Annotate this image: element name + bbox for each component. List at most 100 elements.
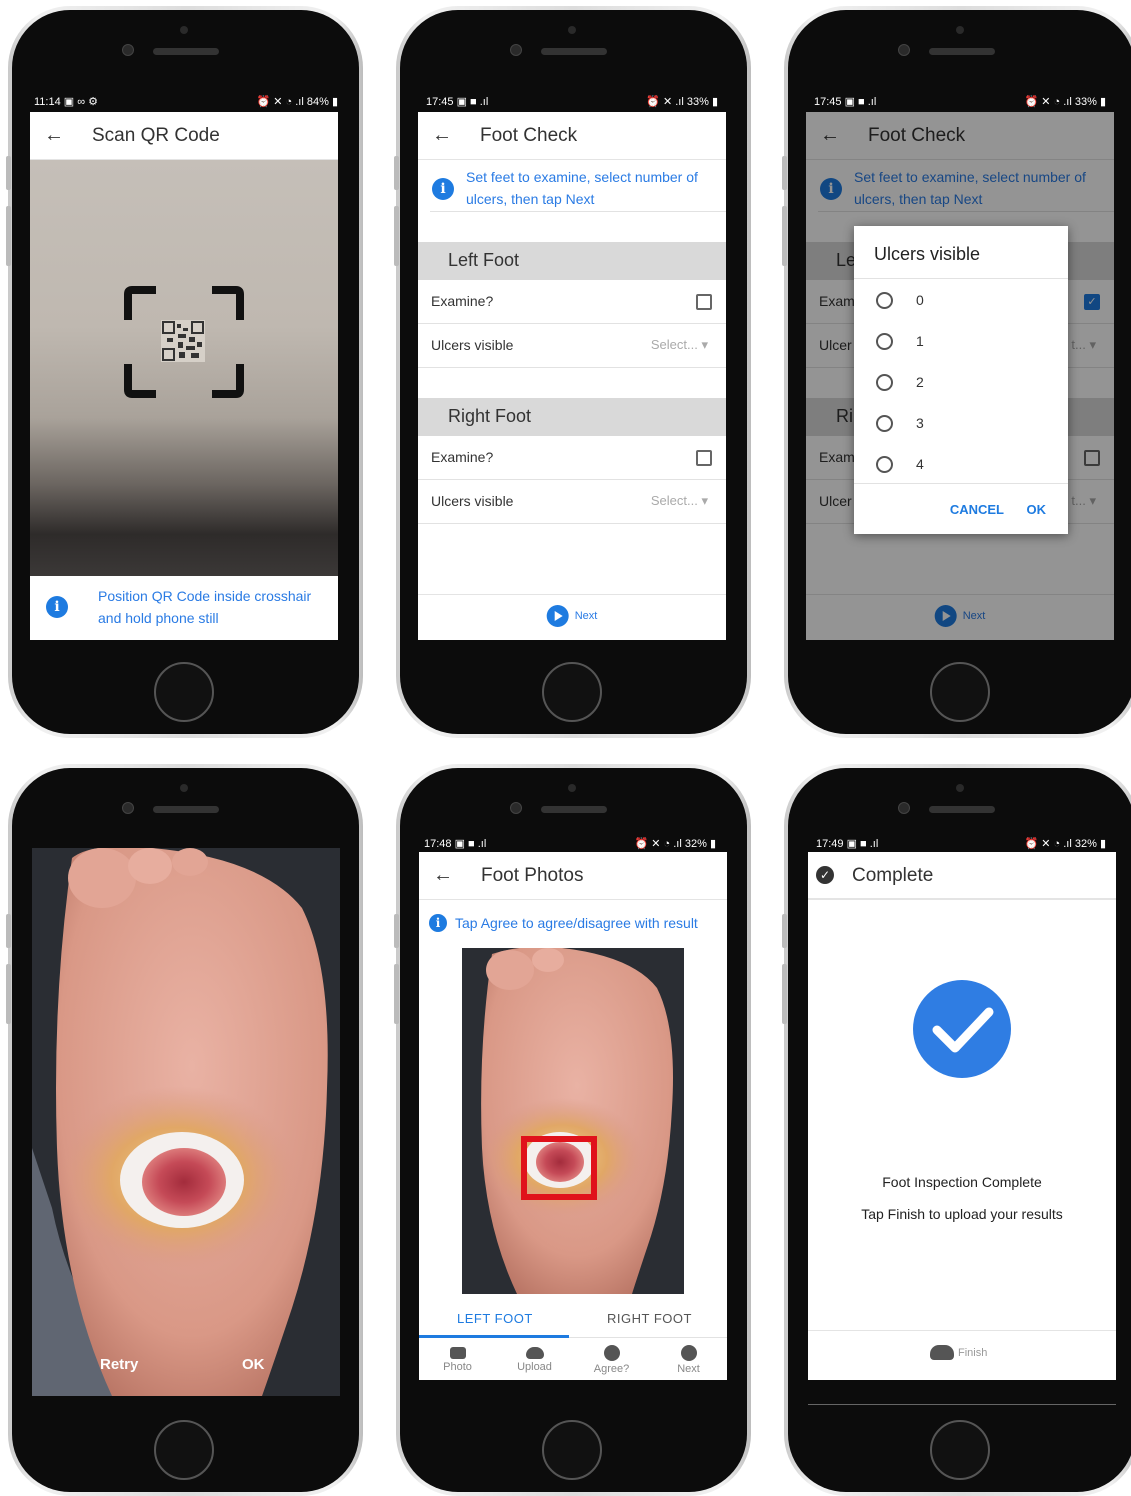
page-title: Complete [852,865,934,886]
agree-hint: Tap Agree to agree/disagree with result [455,915,698,931]
dropdown-arrow-icon: ▾ [701,337,708,352]
hint-bar: i Tap Agree to agree/disagree with resul… [419,912,727,938]
select-placeholder: Select... [650,493,698,508]
next-label: Next [677,1363,700,1375]
phone-camera [898,802,910,814]
home-button[interactable] [542,1420,602,1480]
radio-button[interactable] [876,374,893,391]
examine-label: Examine? [431,449,494,465]
tab-right-foot[interactable]: RIGHT FOOT [569,1298,727,1338]
right-ulcers-select[interactable]: Select... ▾ [651,493,708,509]
screen: Retry OK [32,848,340,1396]
left-foot-heading: Left Foot [448,250,520,270]
status-left-icons: ▣ ■ .ıl [844,96,877,108]
info-icon: i [429,914,447,932]
next-button[interactable]: Next [659,1345,719,1375]
radio-button[interactable] [876,292,893,309]
back-arrow-icon[interactable]: ← [433,864,453,887]
volume-button [782,914,787,948]
radio-option-0[interactable]: 0 [854,280,1068,321]
select-placeholder: Select... [650,337,698,352]
foot-ulcer-thumbnail[interactable] [462,948,684,1294]
qr-code-icon [161,320,205,362]
left-ulcers-select[interactable]: Select... ▾ [651,337,708,353]
phone-camera [122,802,134,814]
screen: ← Foot Check i Set feet to examine, sele… [418,112,726,640]
radio-button[interactable] [876,456,893,473]
phone-camera [122,44,134,56]
camera-icon [449,1347,466,1359]
home-button[interactable] [154,1420,214,1480]
retry-button[interactable]: Retry [100,1356,138,1373]
home-button[interactable] [930,662,990,722]
radio-label: 1 [916,333,924,349]
info-icon: i [46,596,68,618]
foot-ulcer-photo [32,848,340,1396]
phone-speaker [153,48,219,55]
finish-label: Finish [958,1346,988,1359]
radio-option-2[interactable]: 2 [854,362,1068,403]
ulcers-visible-label: Ulcers visible [431,493,514,509]
next-label: Next [574,610,598,622]
left-examine-row[interactable]: Examine? [418,280,726,324]
radio-option-1[interactable]: 1 [854,321,1068,362]
radio-button[interactable] [876,415,893,432]
home-button[interactable] [154,662,214,722]
photo-button[interactable]: Photo [428,1347,488,1373]
volume-button [6,914,11,948]
phone-frame-photo-preview: Retry OK [6,764,363,1496]
screen: ← Scan QR Code i Position QR Code inside… [30,112,338,640]
radio-button[interactable] [876,333,893,350]
app-bar: ← Scan QR Code [30,112,338,160]
hint-bar: i Set feet to examine, select number of … [430,164,726,212]
divider [854,483,1068,484]
check-circle-icon: ✓ [816,866,834,884]
back-arrow-icon[interactable]: ← [44,124,64,147]
radio-option-4[interactable]: 4 [854,444,1068,485]
agree-button[interactable]: Agree? [582,1345,642,1375]
app-bar: ← Foot Check [418,112,726,160]
volume-button [394,914,399,948]
volume-button [6,206,11,266]
phone-sensor [956,26,964,34]
cancel-button[interactable]: CANCEL [950,502,1004,517]
app-bar: ← Foot Photos [419,852,727,900]
radio-option-3[interactable]: 3 [854,403,1068,444]
tab-left-foot[interactable]: LEFT FOOT [419,1298,569,1338]
volume-button [782,206,787,266]
status-left-icons: ▣ ■ .ıl [454,838,487,850]
right-examine-checkbox[interactable] [696,450,712,466]
home-button[interactable] [542,662,602,722]
left-examine-checkbox[interactable] [696,294,712,310]
app-bar: ✓ Complete [808,852,1116,900]
phone-speaker [541,806,607,813]
right-ulcers-row[interactable]: Ulcers visible Select... ▾ [418,480,726,524]
status-right-icons: ⏰ ✕ ◔ .ıl [1024,96,1072,108]
bottom-toolbar: Photo Upload Agree? Next [419,1340,727,1380]
divider [854,278,1068,279]
finish-button[interactable]: Finish [930,1345,987,1360]
success-check-icon [913,980,1011,1078]
camera-viewfinder[interactable] [30,160,338,576]
dropdown-arrow-icon: ▾ [701,493,708,508]
phone-sensor [956,784,964,792]
ok-button[interactable]: OK [1027,502,1047,517]
phone-frame-foot-photos: 17:48 ▣ ■ .ıl ⏰ ✕ ◔ .ıl 32% ▮ ← Foot Pho… [394,764,751,1496]
bottom-bar: Next [418,594,726,640]
right-examine-row[interactable]: Examine? [418,436,726,480]
phone-sensor [568,784,576,792]
volume-button [782,964,787,1024]
phone-speaker [929,806,995,813]
volume-button [6,156,11,190]
battery-level: 33% [1074,96,1097,108]
left-ulcers-row[interactable]: Ulcers visible Select... ▾ [418,324,726,368]
home-button[interactable] [930,1420,990,1480]
upload-button[interactable]: Upload [505,1347,565,1373]
ok-button[interactable]: OK [242,1356,265,1373]
question-icon [603,1345,620,1361]
back-arrow-icon[interactable]: ← [432,124,452,147]
right-foot-section: Right Foot [418,398,726,436]
next-button[interactable]: Next [546,605,598,627]
radio-label: 3 [916,415,924,431]
bottom-bar: Finish [808,1330,1116,1380]
